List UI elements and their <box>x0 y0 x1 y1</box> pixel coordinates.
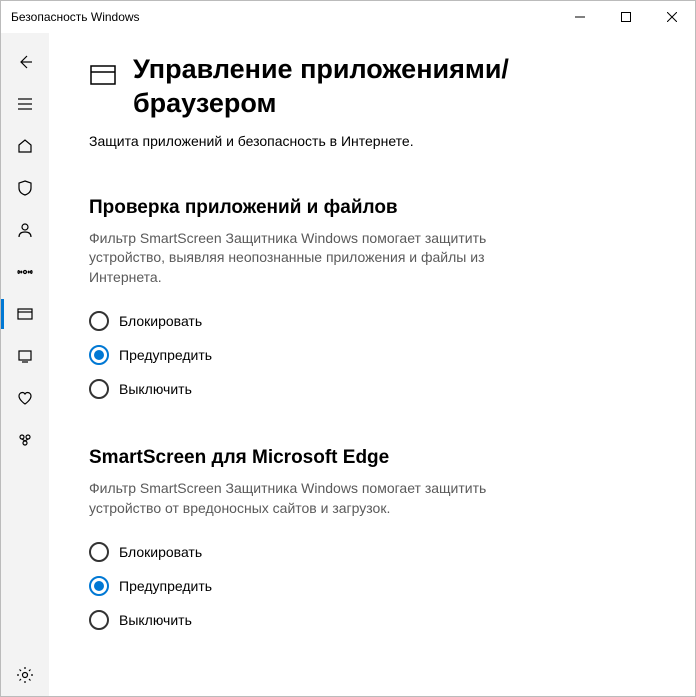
page-subtitle: Защита приложений и безопасность в Интер… <box>89 133 645 149</box>
back-button[interactable] <box>1 41 49 83</box>
radio-apps-off[interactable]: Выключить <box>89 379 645 399</box>
sidebar-item-device-security[interactable] <box>1 335 49 377</box>
radio-apps-warn[interactable]: Предупредить <box>89 345 645 365</box>
radio-label: Блокировать <box>119 313 202 329</box>
minimize-button[interactable] <box>557 1 603 33</box>
sidebar-item-family[interactable] <box>1 419 49 461</box>
page-title: Управление приложениями/браузером <box>133 53 645 121</box>
sidebar-item-device-health[interactable] <box>1 377 49 419</box>
radio-label: Выключить <box>119 612 192 628</box>
sidebar-item-virus[interactable] <box>1 167 49 209</box>
section-desc: Фильтр SmartScreen Защитника Windows пом… <box>89 229 519 288</box>
radio-group-apps: Блокировать Предупредить Выключить <box>89 311 645 399</box>
radio-edge-warn[interactable]: Предупредить <box>89 576 645 596</box>
app-browser-icon <box>89 61 117 94</box>
sidebar-item-app-browser[interactable] <box>1 293 49 335</box>
radio-label: Предупредить <box>119 578 212 594</box>
menu-button[interactable] <box>1 83 49 125</box>
body: Управление приложениями/браузером Защита… <box>1 33 695 696</box>
radio-group-edge: Блокировать Предупредить Выключить <box>89 542 645 630</box>
radio-apps-block[interactable]: Блокировать <box>89 311 645 331</box>
sidebar-item-account[interactable] <box>1 209 49 251</box>
radio-label: Выключить <box>119 381 192 397</box>
radio-edge-off[interactable]: Выключить <box>89 610 645 630</box>
titlebar: Безопасность Windows <box>1 1 695 33</box>
page-header: Управление приложениями/браузером <box>89 53 645 121</box>
section-apps-files: Проверка приложений и файлов Фильтр Smar… <box>89 197 645 400</box>
radio-label: Блокировать <box>119 544 202 560</box>
radio-edge-block[interactable]: Блокировать <box>89 542 645 562</box>
window-buttons <box>557 1 695 33</box>
maximize-button[interactable] <box>603 1 649 33</box>
close-button[interactable] <box>649 1 695 33</box>
radio-label: Предупредить <box>119 347 212 363</box>
sidebar-item-home[interactable] <box>1 125 49 167</box>
sidebar-item-firewall[interactable] <box>1 251 49 293</box>
sidebar <box>1 33 49 696</box>
sidebar-item-settings[interactable] <box>1 654 49 696</box>
section-title: Проверка приложений и файлов <box>89 197 645 219</box>
section-title: SmartScreen для Microsoft Edge <box>89 447 645 469</box>
section-desc: Фильтр SmartScreen Защитника Windows пом… <box>89 479 519 518</box>
window: Безопасность Windows Управление приложен <box>0 0 696 697</box>
window-title: Безопасность Windows <box>11 10 140 24</box>
main-content: Управление приложениями/браузером Защита… <box>49 33 695 696</box>
section-edge: SmartScreen для Microsoft Edge Фильтр Sm… <box>89 447 645 630</box>
